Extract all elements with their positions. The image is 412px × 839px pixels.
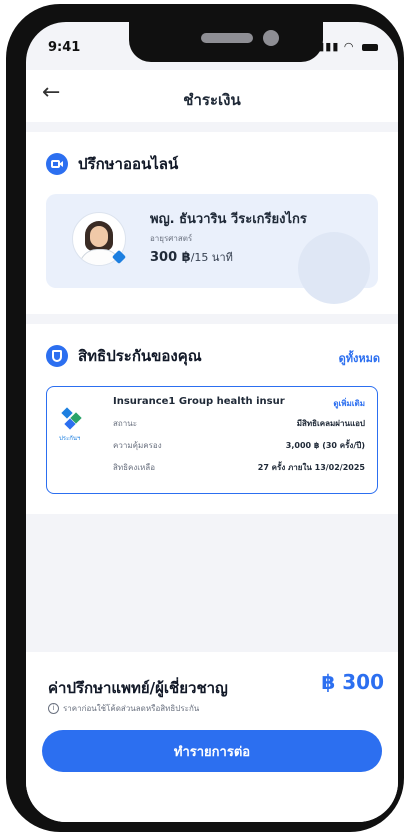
app-header: ← ชำระเงิน xyxy=(26,70,398,122)
status-icons: ▮▮▮ ◠ xyxy=(318,40,378,53)
row-value: มีสิทธิเคลมผ่านแอป xyxy=(296,419,365,428)
payment-footer: ค่าปรึกษาแพทย์/ผู้เชี่ยวชาญ ฿ 300 i ราคา… xyxy=(26,652,398,822)
phone-frame: 9:41 ▮▮▮ ◠ ← ชำระเงิน ปรึกษาออนไลน์ พญ. … xyxy=(6,4,404,832)
row-value: 27 ครั้ง ภายใน 13/02/2025 xyxy=(257,463,365,472)
consult-section-title: ปรึกษาออนไลน์ xyxy=(78,155,179,173)
wifi-icon: ◠ xyxy=(343,40,355,53)
fee-note: i ราคาก่อนใช้โค้ดส่วนลดหรือสิทธิประกัน xyxy=(48,702,199,715)
page-title: ชำระเงิน xyxy=(183,91,241,109)
doctor-name: พญ. ธันวาริน วีระเกรียงไกร xyxy=(150,212,307,227)
consult-header: ปรึกษาออนไลน์ xyxy=(46,152,178,176)
insurance-detail-link[interactable]: ดูเพิ่มเติม xyxy=(333,397,365,410)
insurance-section-title: สิทธิประกันของคุณ xyxy=(78,347,202,365)
fee-amount: ฿ 300 xyxy=(321,670,384,694)
consult-section: ปรึกษาออนไลน์ พญ. ธันวาริน วีระเกรียงไกร… xyxy=(26,132,398,314)
fee-note-text: ราคาก่อนใช้โค้ดส่วนลดหรือสิทธิประกัน xyxy=(63,704,200,713)
insurance-section: สิทธิประกันของคุณ ดูทั้งหมด ประกันฯ Insu… xyxy=(26,324,398,514)
row-label: สิทธิคงเหลือ xyxy=(113,463,156,472)
speaker xyxy=(201,33,253,43)
app-screen: 9:41 ▮▮▮ ◠ ← ชำระเงิน ปรึกษาออนไลน์ พญ. … xyxy=(26,22,398,822)
price-value: 300 ฿ xyxy=(150,250,191,265)
battery-icon xyxy=(362,43,378,51)
insurance-card[interactable]: ประกันฯ Insurance1 Group health insur ดู… xyxy=(46,386,378,494)
insurance-row-coverage: ความคุ้มครอง 3,000 ฿ (30 ครั้ง/ปี) xyxy=(113,439,365,452)
video-call-icon xyxy=(46,153,68,175)
insurance-row-status: สถานะ มีสิทธิเคลมผ่านแอป xyxy=(113,417,365,430)
insurance-name: Insurance1 Group health insur xyxy=(113,396,285,407)
status-time: 9:41 xyxy=(48,40,81,55)
see-all-link[interactable]: ดูทั้งหมด xyxy=(339,349,380,367)
row-value: 3,000 ฿ (30 ครั้ง/ปี) xyxy=(285,441,365,450)
doctor-specialty: อายุรศาสตร์ xyxy=(150,234,193,243)
doctor-card[interactable]: พญ. ธันวาริน วีระเกรียงไกร อายุรศาสตร์ 3… xyxy=(46,194,378,304)
row-label: สถานะ xyxy=(113,419,137,428)
info-icon: i xyxy=(48,703,59,714)
card-decoration xyxy=(298,232,370,304)
fee-label: ค่าปรึกษาแพทย์/ผู้เชี่ยวชาญ xyxy=(48,679,228,697)
device-notch xyxy=(129,22,323,62)
insurance-header: สิทธิประกันของคุณ xyxy=(46,344,202,368)
insurance-row-remaining: สิทธิคงเหลือ 27 ครั้ง ภายใน 13/02/2025 xyxy=(113,461,365,474)
row-label: ความคุ้มครอง xyxy=(113,441,162,450)
shield-icon xyxy=(46,345,68,367)
price-unit: /15 นาที xyxy=(190,251,233,264)
camera xyxy=(263,30,279,46)
doctor-price: 300 ฿/15 นาที xyxy=(150,248,233,266)
continue-button[interactable]: ทำรายการต่อ xyxy=(42,730,382,772)
insurer-logo-text: ประกันฯ xyxy=(59,435,81,442)
insurer-logo-icon xyxy=(61,407,83,431)
